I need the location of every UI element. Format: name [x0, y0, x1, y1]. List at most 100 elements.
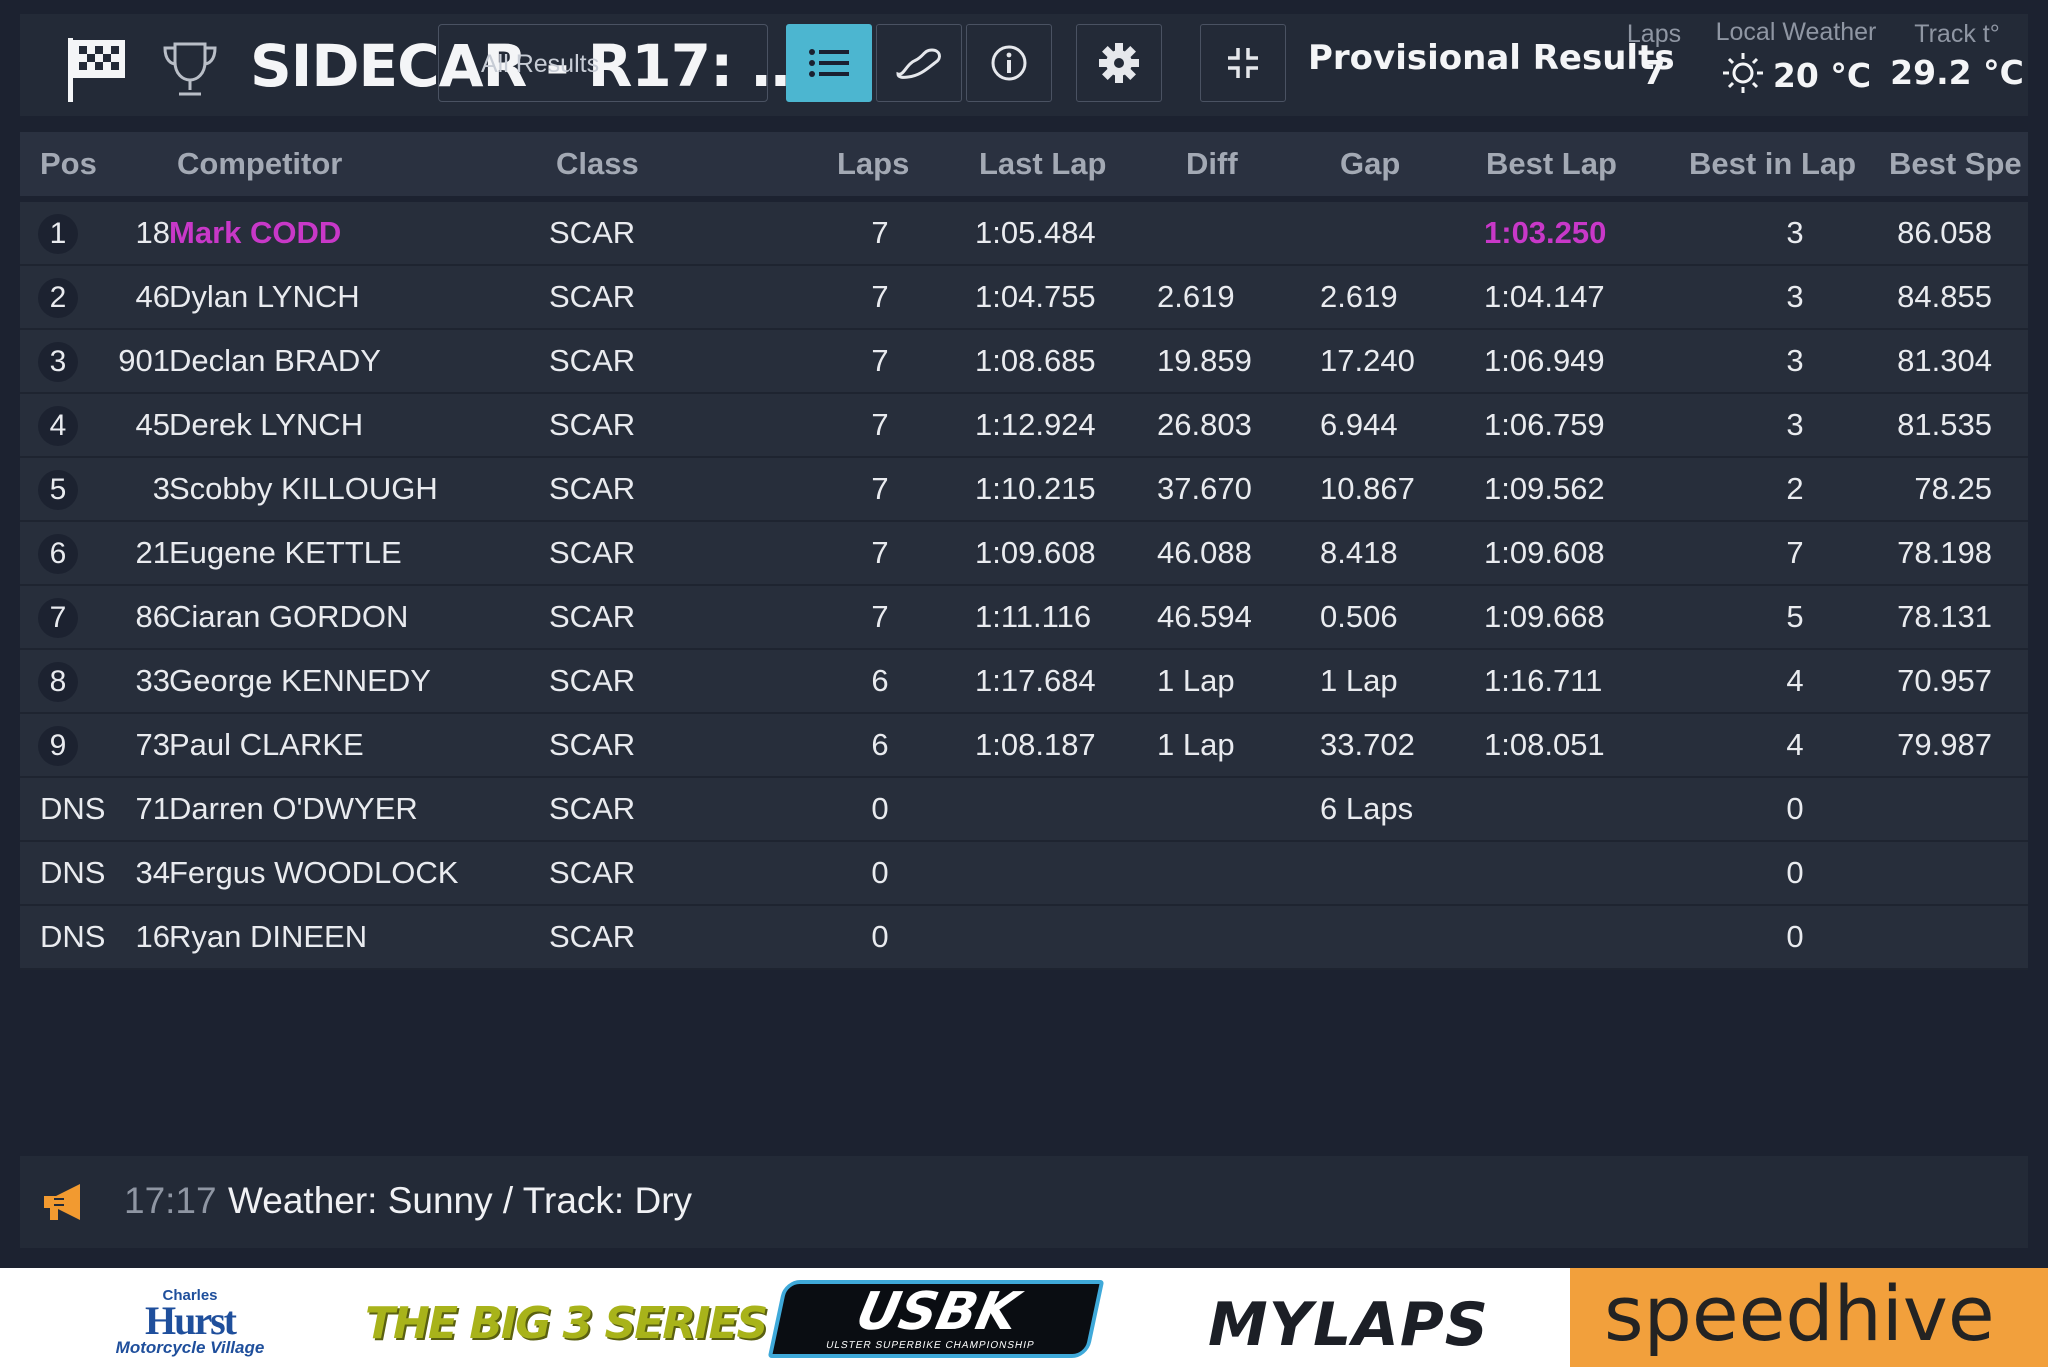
sponsor-charles-hurst[interactable]: Charles Hurst Motorcycle Village	[100, 1288, 280, 1358]
best-in-lap: 3	[1786, 215, 1804, 250]
best-in-lap: 0	[1786, 855, 1804, 890]
laps-completed: 7	[871, 471, 889, 506]
track-temp-stat: Track t° 29.2 °C	[1882, 20, 2032, 92]
competitor-number: 21	[135, 535, 170, 570]
track-map-button[interactable]	[876, 24, 962, 102]
competitor-name[interactable]: Mark CODD	[169, 202, 469, 264]
competitor-number: 901	[118, 343, 170, 378]
track-map-icon	[896, 48, 941, 79]
position-status: DNS	[40, 791, 106, 826]
table-row[interactable]: 9 73 Paul CLARKE SCAR 6 1:08.187 1 Lap 33.702 1:…	[20, 714, 2028, 778]
competitor-class: SCAR	[549, 855, 636, 890]
hurst-main-text: Hurst	[145, 1298, 237, 1343]
results-filter-select[interactable]: All Results	[438, 24, 768, 102]
column-header-best-in-lap[interactable]: Best in Lap	[1689, 132, 1856, 196]
usbk-logo-text: USBK	[851, 1282, 1024, 1342]
competitor-name[interactable]: Paul CLARKE	[169, 714, 469, 776]
laps-completed: 7	[871, 599, 889, 634]
diff-to-leader: 2.619	[1157, 279, 1235, 314]
last-lap-time: 1:04.755	[975, 279, 1096, 314]
compress-icon	[1228, 48, 1258, 78]
column-header-last-lap[interactable]: Last Lap	[979, 132, 1106, 196]
diff-to-leader: 1 Lap	[1157, 663, 1235, 698]
gear-icon	[1099, 43, 1139, 83]
position-badge: 5	[38, 470, 78, 510]
table-row[interactable]: DNS 34 Fergus WOODLOCK SCAR 0 0	[20, 842, 2028, 906]
competitor-name[interactable]: Fergus WOODLOCK	[169, 842, 469, 904]
checkered-flag-icon	[68, 38, 125, 102]
gap-to-ahead: 10.867	[1320, 471, 1415, 506]
message-time: 17:17	[124, 1180, 217, 1221]
competitor-name[interactable]: George KENNEDY	[169, 650, 469, 712]
competitor-number: 18	[135, 215, 170, 250]
sponsor-usbk[interactable]: USBK ULSTER SUPERBIKE CHAMPIONSHIP	[767, 1280, 1105, 1358]
diff-to-leader: 46.594	[1157, 599, 1252, 634]
competitor-class: SCAR	[549, 471, 636, 506]
competitor-name[interactable]: Eugene KETTLE	[169, 522, 469, 584]
competitor-number: 86	[135, 599, 170, 634]
sponsor-big-3-series[interactable]: THE BIG 3 SERIES	[365, 1298, 768, 1349]
best-lap-time: 1:06.949	[1484, 343, 1605, 378]
column-header-competitor[interactable]: Competitor	[177, 132, 342, 196]
best-in-lap: 0	[1786, 919, 1804, 954]
last-lap-time: 1:17.684	[975, 663, 1096, 698]
best-lap-time: 1:16.711	[1484, 663, 1603, 698]
column-header-best-speed[interactable]: Best Spe	[1889, 132, 2028, 196]
weather-stat: Local Weather 20 °C	[1696, 18, 1896, 95]
track-temp-label: Track t°	[1914, 20, 2000, 48]
list-icon	[809, 49, 849, 77]
table-row[interactable]: 8 33 George KENNEDY SCAR 6 1:17.684 1 Lap 1 Lap…	[20, 650, 2028, 714]
table-header: Pos Competitor Class Laps Last Lap Diff …	[20, 132, 2028, 196]
position-status: DNS	[40, 919, 106, 954]
laps-completed: 7	[871, 535, 889, 570]
competitor-name[interactable]: Darren O'DWYER	[169, 778, 469, 840]
competitor-number: 45	[135, 407, 170, 442]
table-row[interactable]: 2 46 Dylan LYNCH SCAR 7 1:04.755 2.619 2.619 1:0…	[20, 266, 2028, 330]
gap-to-ahead: 33.702	[1320, 727, 1415, 762]
best-speed: 81.304	[1897, 343, 1992, 378]
competitor-name[interactable]: Derek LYNCH	[169, 394, 469, 456]
competitor-name[interactable]: Declan BRADY	[169, 330, 469, 392]
competitor-name[interactable]: Ryan DINEEN	[169, 906, 469, 968]
table-row[interactable]: 7 86 Ciaran GORDON SCAR 7 1:11.116 46.594 0.506…	[20, 586, 2028, 650]
gap-to-ahead: 17.240	[1320, 343, 1415, 378]
table-row[interactable]: 6 21 Eugene KETTLE SCAR 7 1:09.608 46.088 8.418…	[20, 522, 2028, 586]
column-header-pos[interactable]: Pos	[40, 132, 97, 196]
diff-to-leader: 1 Lap	[1157, 727, 1235, 762]
race-message-bar: 17:17 Weather: Sunny / Track: Dry	[20, 1156, 2028, 1248]
table-body: 1 18 Mark CODD SCAR 7 1:05.484 1:03.250 3 86.058…	[20, 202, 2028, 970]
info-button[interactable]	[966, 24, 1052, 102]
table-row[interactable]: 1 18 Mark CODD SCAR 7 1:05.484 1:03.250 3 86.058	[20, 202, 2028, 266]
best-lap-time: 1:08.051	[1484, 727, 1605, 762]
competitor-name[interactable]: Scobby KILLOUGH	[169, 458, 469, 520]
position-badge: 7	[38, 598, 78, 638]
sponsor-speedhive[interactable]: speedhive	[1570, 1268, 2048, 1367]
column-header-diff[interactable]: Diff	[1186, 132, 1238, 196]
competitor-name[interactable]: Ciaran GORDON	[169, 586, 469, 648]
table-row[interactable]: 5 3 Scobby KILLOUGH SCAR 7 1:10.215 37.670 10.8…	[20, 458, 2028, 522]
column-header-class[interactable]: Class	[556, 132, 639, 196]
collapse-button[interactable]	[1200, 24, 1286, 102]
column-header-laps[interactable]: Laps	[837, 132, 909, 196]
table-row[interactable]: DNS 16 Ryan DINEEN SCAR 0 0	[20, 906, 2028, 970]
laps-value: 7	[1642, 53, 1666, 92]
best-lap-time: 1:09.562	[1484, 471, 1605, 506]
best-speed: 78.131	[1897, 599, 1992, 634]
column-header-best-lap[interactable]: Best Lap	[1486, 132, 1617, 196]
table-row[interactable]: 3 901 Declan BRADY SCAR 7 1:08.685 19.859 17.24…	[20, 330, 2028, 394]
best-speed: 70.957	[1897, 663, 1992, 698]
list-view-button[interactable]	[786, 24, 872, 102]
gap-to-ahead: 1 Lap	[1320, 663, 1398, 698]
table-row[interactable]: 4 45 Derek LYNCH SCAR 7 1:12.924 26.803 6.944 1:…	[20, 394, 2028, 458]
weather-value: 20 °C	[1772, 56, 1872, 95]
last-lap-time: 1:05.484	[975, 215, 1096, 250]
gap-to-ahead: 8.418	[1320, 535, 1398, 570]
table-row[interactable]: DNS 71 Darren O'DWYER SCAR 0 6 Laps 0	[20, 778, 2028, 842]
settings-button[interactable]	[1076, 24, 1162, 102]
best-speed: 78.25	[1914, 471, 1992, 506]
usbk-sub-text: ULSTER SUPERBIKE CHAMPIONSHIP	[824, 1340, 1036, 1351]
sponsor-mylaps[interactable]: MYLAPS	[1208, 1290, 1489, 1360]
gap-to-ahead: 2.619	[1320, 279, 1398, 314]
column-header-gap[interactable]: Gap	[1340, 132, 1400, 196]
competitor-name[interactable]: Dylan LYNCH	[169, 266, 469, 328]
